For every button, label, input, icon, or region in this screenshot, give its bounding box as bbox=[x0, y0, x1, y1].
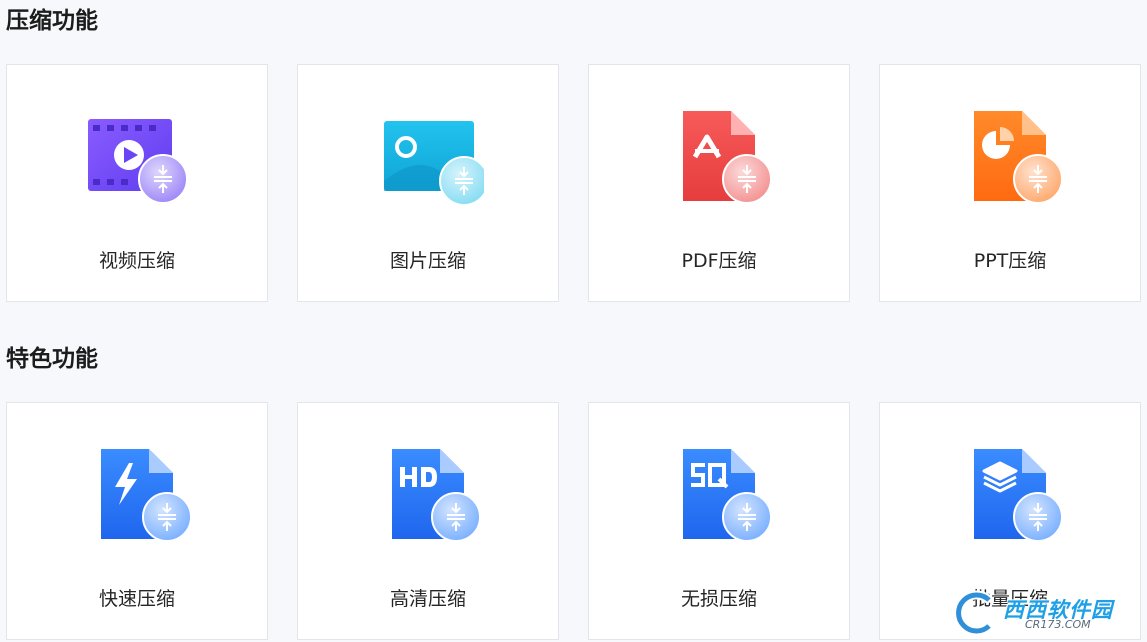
card-label: 高清压缩 bbox=[389, 588, 466, 610]
card-label: 无损压缩 bbox=[680, 588, 757, 610]
pdf-compress-icon bbox=[683, 111, 772, 204]
image-compress-icon bbox=[384, 121, 484, 206]
card-label: 视频压缩 bbox=[98, 250, 175, 272]
section-title-compress: 压缩功能 bbox=[6, 8, 98, 34]
lossless-compress-card[interactable]: 无损压缩 bbox=[588, 402, 850, 640]
card-label: 图片压缩 bbox=[389, 250, 466, 272]
site-watermark: 西西软件园 CR173.COM bbox=[945, 590, 1125, 636]
ppt-compress-icon bbox=[974, 111, 1063, 204]
lossless-compress-icon bbox=[683, 449, 772, 542]
card-label: PPT压缩 bbox=[973, 250, 1047, 272]
hd-compress-icon bbox=[392, 449, 481, 542]
card-label: 快速压缩 bbox=[98, 588, 175, 610]
hd-compress-card[interactable]: 高清压缩 bbox=[297, 402, 559, 640]
compress-features-grid: 视频压缩 图片压缩 PDF压缩 PPT压缩 bbox=[6, 64, 1141, 302]
pdf-compress-card[interactable]: PDF压缩 bbox=[588, 64, 850, 302]
card-label: PDF压缩 bbox=[681, 250, 757, 272]
batch-compress-icon bbox=[974, 449, 1063, 542]
fast-compress-icon bbox=[101, 449, 192, 542]
ppt-compress-card[interactable]: PPT压缩 bbox=[879, 64, 1141, 302]
video-compress-icon bbox=[88, 119, 188, 204]
image-compress-card[interactable]: 图片压缩 bbox=[297, 64, 559, 302]
watermark-logo-icon bbox=[954, 590, 993, 636]
video-compress-card[interactable]: 视频压缩 bbox=[6, 64, 268, 302]
section-title-featured: 特色功能 bbox=[6, 346, 98, 372]
watermark-url: CR173.COM bbox=[1025, 618, 1091, 631]
fast-compress-card[interactable]: 快速压缩 bbox=[6, 402, 268, 640]
